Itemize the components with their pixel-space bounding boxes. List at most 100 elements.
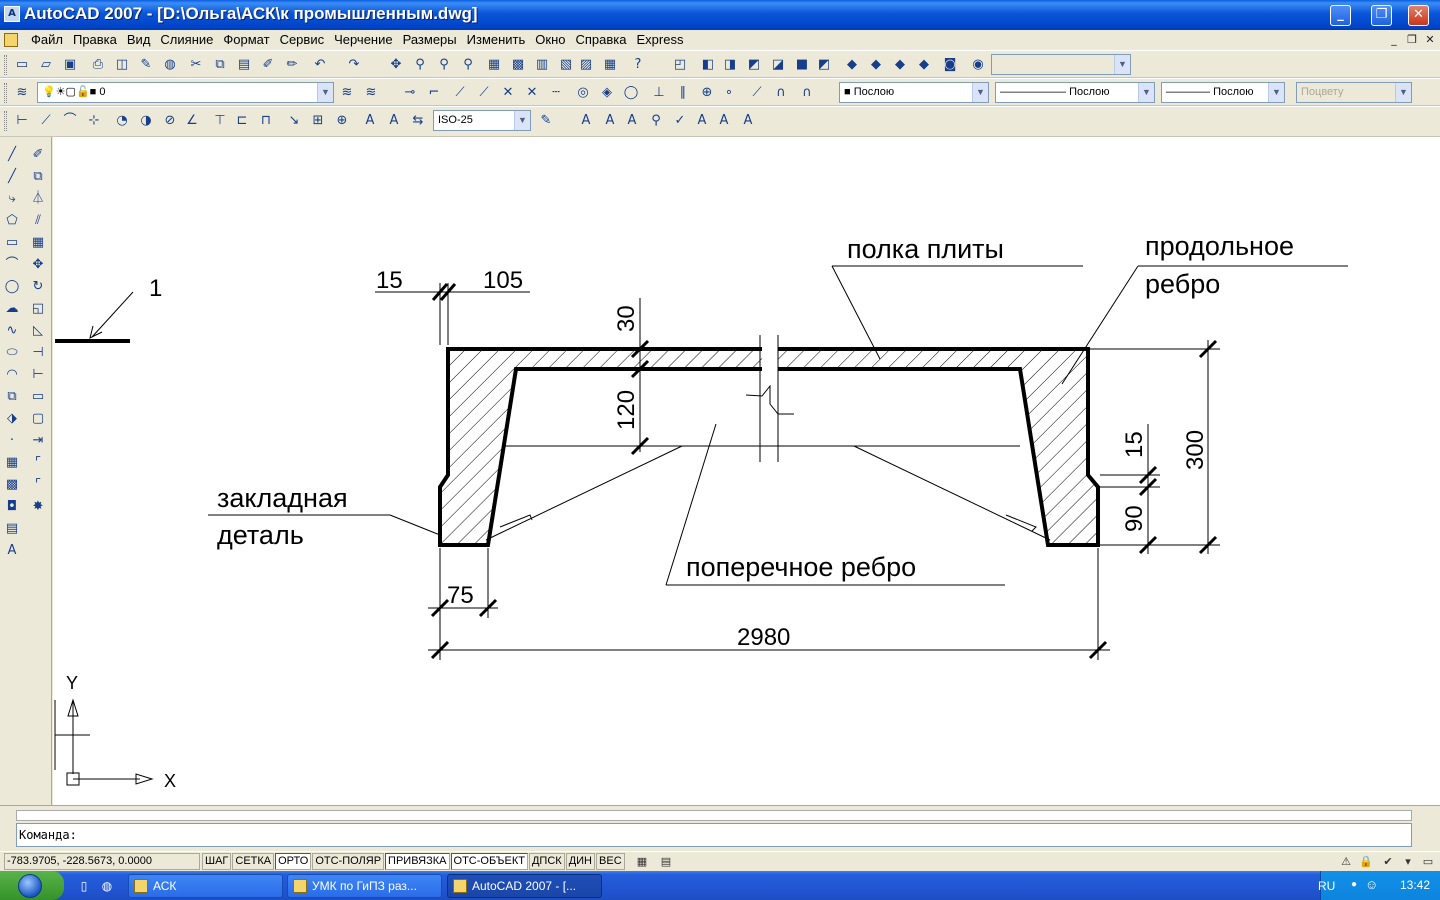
snap-endpoint-icon[interactable]: ⟋	[451, 84, 469, 102]
table-icon[interactable]: ▤	[2, 519, 22, 539]
restore-button[interactable]: ❐	[1371, 5, 1392, 26]
move-icon[interactable]: ✥	[28, 255, 48, 275]
snap-node-icon[interactable]: ∘	[720, 84, 738, 102]
tolerance-icon[interactable]: ⊞	[309, 112, 327, 130]
status-toggle[interactable]: ДИН	[565, 853, 596, 870]
snap-intersection-icon[interactable]: ✕	[499, 84, 517, 102]
menu-item[interactable]: Вид	[122, 32, 156, 48]
print-icon[interactable]: ⎙	[89, 56, 107, 74]
layer-previous-icon[interactable]: ≋	[362, 84, 380, 102]
status-toggle[interactable]: ПРИВЯЗКА	[385, 853, 450, 870]
break-at-point-icon[interactable]: ▭	[28, 387, 48, 407]
design-center-icon[interactable]: ▩	[509, 56, 527, 74]
make-block-icon[interactable]: ⬗	[2, 409, 22, 429]
command-input[interactable]: Команда:	[16, 823, 1412, 847]
zoom-window-icon[interactable]: ⚲	[435, 56, 453, 74]
dim-edit-icon[interactable]: A	[361, 112, 379, 130]
layer-manager-icon[interactable]: ≋	[13, 84, 31, 102]
document-icon[interactable]	[4, 33, 18, 47]
draw-arc-icon[interactable]: ⌒	[2, 255, 22, 275]
toolbar-grip[interactable]	[4, 55, 7, 75]
close-button[interactable]: ✕	[1408, 5, 1429, 26]
snap-center-icon[interactable]: ◎	[574, 84, 592, 102]
top-view-icon[interactable]: ◧	[699, 56, 717, 74]
dimension-75[interactable]: 75	[428, 548, 498, 660]
dimstyle-combo[interactable]: ISO-25 ▼	[433, 110, 531, 131]
autocad-app-icon[interactable]: A	[4, 6, 20, 22]
dim-radius-icon[interactable]: ◔	[113, 112, 131, 130]
menu-item[interactable]: Справка	[571, 32, 632, 48]
snap-midpoint-icon[interactable]: ⟋	[475, 84, 493, 102]
sw-iso-icon[interactable]: ◆	[843, 56, 861, 74]
slab-section[interactable]	[438, 335, 1100, 547]
dimension-top-left[interactable]: 15 105	[375, 267, 530, 345]
menu-item[interactable]: Правка	[68, 32, 122, 48]
redo-icon[interactable]: ↷	[345, 56, 363, 74]
single-line-text-icon[interactable]: A	[601, 112, 619, 130]
dim-aligned-icon[interactable]: ⟋	[37, 112, 55, 130]
show-desktop-icon[interactable]: ▯	[76, 878, 92, 894]
draw-point-icon[interactable]: ·	[2, 431, 22, 451]
zoom-realtime-icon[interactable]: ⚲	[411, 56, 429, 74]
menu-item[interactable]: Слияние	[155, 32, 218, 48]
status-menu-icon[interactable]: ▾	[1400, 854, 1416, 870]
menu-item[interactable]: Черчение	[329, 32, 398, 48]
chevron-down-icon[interactable]: ▼	[972, 83, 988, 102]
markup-icon[interactable]: ▨	[577, 56, 595, 74]
block-editor-icon[interactable]: ✏	[283, 56, 301, 74]
status-toggle[interactable]: ВЕС	[596, 853, 625, 870]
draw-revcloud-icon[interactable]: ☁	[2, 299, 22, 319]
erase-icon[interactable]: ✐	[28, 145, 48, 165]
quick-dim-icon[interactable]: ⊤	[211, 112, 229, 130]
view-combo[interactable]: ▼	[991, 54, 1131, 75]
region-icon[interactable]: ◘	[2, 497, 22, 517]
taskbar-button[interactable]: УМК по ГиПЗ раз...	[287, 874, 442, 898]
mirror-icon[interactable]: ⏃	[28, 189, 48, 209]
sheet-set-icon[interactable]: ▧	[557, 56, 575, 74]
doc-close-button[interactable]: ✕	[1422, 33, 1438, 47]
copy-icon[interactable]: ⧉	[211, 56, 229, 74]
draw-spline-icon[interactable]: ∿	[2, 321, 22, 341]
save-icon[interactable]: ▣	[61, 56, 79, 74]
camera-icon[interactable]: ◙	[941, 56, 959, 74]
dim-ordinate-icon[interactable]: ⊹	[85, 112, 103, 130]
edit-text-icon[interactable]: A	[623, 112, 641, 130]
draw-polyline-icon[interactable]: ⤷	[2, 189, 22, 209]
offset-icon[interactable]: ⫽	[28, 211, 48, 231]
layer-combo[interactable]: 💡☀▢🔓■ 0 ▼	[37, 82, 334, 103]
label-flange[interactable]: полка плиты	[831, 234, 1083, 360]
gradient-icon[interactable]: ▩	[2, 475, 22, 495]
taskbar-button[interactable]: АСК	[128, 874, 283, 898]
left-view-icon[interactable]: ◩	[745, 56, 763, 74]
extend-icon[interactable]: ⊢	[28, 365, 48, 385]
lock-toolbar-icon[interactable]: 🔒	[1358, 854, 1374, 870]
insert-block-icon[interactable]: ⧉	[2, 387, 22, 407]
front-view-icon[interactable]: ■	[793, 56, 811, 74]
snap-none-icon[interactable]: ∩	[772, 84, 790, 102]
plotstyle-combo[interactable]: Поцвету ▼	[1296, 82, 1412, 103]
lineweight-combo[interactable]: ———— Послою ▼	[1161, 82, 1285, 103]
cut-icon[interactable]: ✂	[187, 56, 205, 74]
snap-quadrant-icon[interactable]: ◈	[598, 84, 616, 102]
menu-item[interactable]: Формат	[218, 32, 274, 48]
chevron-down-icon[interactable]: ▼	[1395, 83, 1411, 102]
new-file-icon[interactable]: ▭	[13, 56, 31, 74]
drawing-canvas[interactable]: 1 15 105 30 120 15 90 300 75 2980 полка …	[53, 137, 1440, 805]
dim-continue-icon[interactable]: ⊓	[257, 112, 275, 130]
chevron-down-icon[interactable]: ▼	[514, 111, 530, 130]
undo-icon[interactable]: ↶	[311, 56, 329, 74]
dim-angular-icon[interactable]: ∠	[183, 112, 201, 130]
dim-diameter-icon[interactable]: ⊘	[161, 112, 179, 130]
dimstyle-manager-icon[interactable]: ✎	[537, 112, 555, 130]
clock[interactable]: 13:42	[1400, 878, 1430, 892]
dim-text-edit-icon[interactable]: A	[385, 112, 403, 130]
draw-construction-line-icon[interactable]: ╱	[2, 167, 22, 187]
chevron-down-icon[interactable]: ▼	[317, 83, 333, 102]
menu-item[interactable]: Сервис	[275, 32, 330, 48]
array-icon[interactable]: ▦	[28, 233, 48, 253]
publish-icon[interactable]: ✎	[137, 56, 155, 74]
coordinates-display[interactable]: -783.9705, -228.5673, 0.0000	[4, 853, 200, 870]
draw-line-icon[interactable]: ╱	[2, 145, 22, 165]
draw-rectangle-icon[interactable]: ▭	[2, 233, 22, 253]
language-indicator[interactable]: RU	[1318, 879, 1335, 893]
